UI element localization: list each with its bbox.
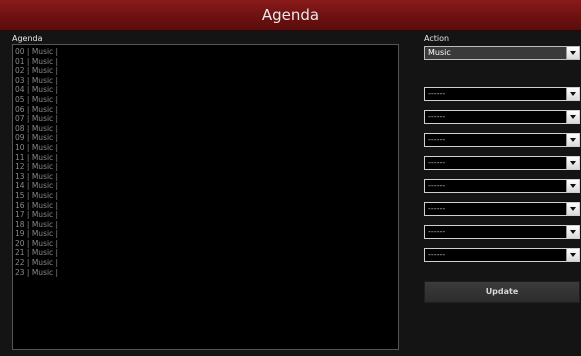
action-select-1[interactable]: ------	[424, 87, 580, 101]
agenda-line: 03 | Music |	[15, 75, 59, 85]
agenda-line: 20 | Music |	[15, 238, 59, 248]
agenda-textarea[interactable]: 00 | Music | 01 | Music | 02 | Music | 03 |…	[12, 44, 399, 350]
dropdown-button[interactable]	[566, 157, 579, 169]
action-select-3[interactable]: ------	[424, 133, 580, 147]
action-select-4[interactable]: ------	[424, 156, 580, 170]
agenda-line: 16 | Music |	[15, 200, 59, 210]
chevron-down-icon	[570, 207, 576, 211]
agenda-line: 13 | Music |	[15, 171, 59, 181]
agenda-line: 21 | Music |	[15, 248, 59, 258]
agenda-line: 01 | Music |	[15, 56, 59, 66]
agenda-line: 08 | Music |	[15, 123, 59, 133]
action-select-value: ------	[428, 112, 446, 121]
dropdown-button[interactable]	[566, 88, 579, 100]
action-select-7[interactable]: ------	[424, 225, 580, 239]
agenda-line: 11 | Music |	[15, 152, 59, 162]
agenda-line: 22 | Music |	[15, 258, 59, 268]
chevron-down-icon	[570, 92, 576, 96]
agenda-line: 00 | Music |	[15, 47, 59, 56]
dropdown-button[interactable]	[566, 226, 579, 238]
chevron-down-icon	[570, 253, 576, 257]
agenda-line: 18 | Music |	[15, 219, 59, 229]
agenda-line: 14 | Music |	[15, 181, 59, 191]
agenda-line: 10 | Music |	[15, 142, 59, 152]
agenda-line: 19 | Music |	[15, 229, 59, 239]
dropdown-button[interactable]	[566, 249, 579, 261]
action-select-value: ------	[428, 181, 446, 190]
agenda-line: 15 | Music |	[15, 190, 59, 200]
agenda-line: 02 | Music |	[15, 66, 59, 76]
dropdown-button[interactable]	[566, 111, 579, 123]
chevron-down-icon	[570, 51, 576, 55]
agenda-line: 05 | Music |	[15, 94, 59, 104]
action-select-0[interactable]: Music	[424, 46, 580, 60]
action-select-value: ------	[428, 227, 446, 236]
dropdown-button[interactable]	[566, 134, 579, 146]
action-label: Action	[424, 34, 450, 43]
agenda-label: Agenda	[12, 34, 43, 43]
chevron-down-icon	[570, 115, 576, 119]
agenda-line: 07 | Music |	[15, 114, 59, 124]
agenda-line: 09 | Music |	[15, 133, 59, 143]
agenda-line: 17 | Music |	[15, 210, 59, 220]
agenda-line: 12 | Music |	[15, 162, 59, 172]
action-select-6[interactable]: ------	[424, 202, 580, 216]
action-select-value: ------	[428, 250, 446, 259]
dropdown-button[interactable]	[566, 180, 579, 192]
agenda-line: 04 | Music |	[15, 85, 59, 95]
chevron-down-icon	[570, 138, 576, 142]
action-select-2[interactable]: ------	[424, 110, 580, 124]
action-select-value: ------	[428, 89, 446, 98]
update-button[interactable]: Update	[424, 281, 580, 303]
chevron-down-icon	[570, 230, 576, 234]
agenda-line: 23 | Music |	[15, 267, 59, 277]
action-select-5[interactable]: ------	[424, 179, 580, 193]
dropdown-button[interactable]	[566, 47, 579, 59]
action-select-value: ------	[428, 204, 446, 213]
action-select-8[interactable]: ------	[424, 248, 580, 262]
action-select-value: ------	[428, 135, 446, 144]
title-bar: Agenda	[0, 0, 581, 31]
window-title: Agenda	[261, 6, 320, 24]
dropdown-button[interactable]	[566, 203, 579, 215]
action-select-value: Music	[428, 48, 451, 57]
agenda-line: 06 | Music |	[15, 104, 59, 114]
chevron-down-icon	[570, 161, 576, 165]
action-select-value: ------	[428, 158, 446, 167]
chevron-down-icon	[570, 184, 576, 188]
